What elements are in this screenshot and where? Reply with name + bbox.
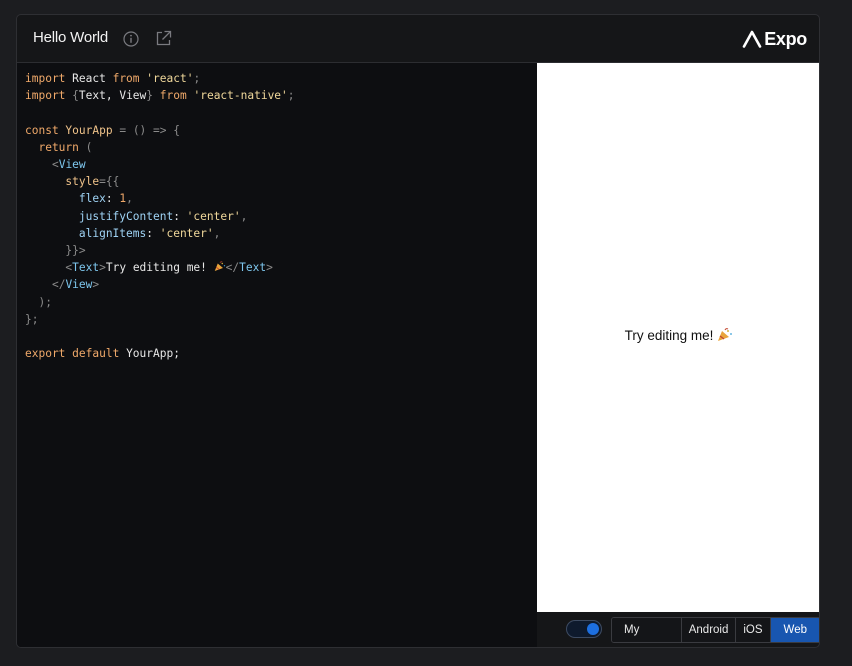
app-preview[interactable]: Try editing me! [537, 63, 819, 612]
tab-web[interactable]: Web [769, 618, 819, 642]
preview-text: Try editing me! [624, 328, 714, 343]
code-line: </View> [51, 278, 100, 292]
code-line: <Text>Try editing me! </Text> [65, 261, 273, 275]
expo-logo[interactable]: Expo [742, 27, 807, 51]
expo-logo-text: Expo [764, 28, 807, 49]
party-popper-emoji-icon [214, 261, 225, 272]
code-line: justifyContent: 'center', [25, 209, 248, 223]
snack-embed-frame: Hello World Expo import React from 'reac… [16, 14, 820, 648]
preview-toggle[interactable] [566, 620, 602, 638]
toggle-knob [587, 623, 599, 635]
tab-android[interactable]: Android [680, 618, 736, 642]
tab-my-device[interactable]: My Device [612, 618, 681, 642]
tab-ios[interactable]: iOS [735, 618, 770, 642]
code-editor[interactable]: import React from 'react'; import {Text,… [17, 63, 537, 647]
code-line: }}> [65, 244, 86, 258]
code-line: alignItems: 'center', [25, 226, 221, 240]
code-line: style={{ [25, 175, 120, 189]
expo-logo-mark-icon [742, 30, 762, 48]
code-line: const YourApp = () => { [25, 123, 181, 137]
preview-text-line: Try editing me! [537, 328, 819, 343]
code-line: return ( [25, 140, 93, 154]
code-line: export default YourApp; [25, 347, 180, 361]
platform-bar: My Device Android iOS Web [537, 612, 819, 647]
header-bar: Hello World Expo [17, 15, 819, 63]
code-line: }; [25, 312, 39, 326]
project-title: Hello World [33, 29, 109, 46]
external-link-icon[interactable] [155, 30, 172, 47]
code-line: ); [38, 295, 52, 309]
code-line: flex: 1, [25, 192, 133, 206]
platform-selector: My Device Android iOS Web [611, 617, 819, 643]
code-line: import React from 'react'; [25, 72, 201, 85]
info-icon[interactable] [123, 31, 139, 47]
code-line: <View [51, 158, 86, 172]
code-content[interactable]: import React from 'react'; import {Text,… [25, 70, 295, 362]
code-line: import {Text, View} from 'react-native'; [25, 89, 295, 103]
party-popper-emoji-icon [718, 328, 733, 341]
